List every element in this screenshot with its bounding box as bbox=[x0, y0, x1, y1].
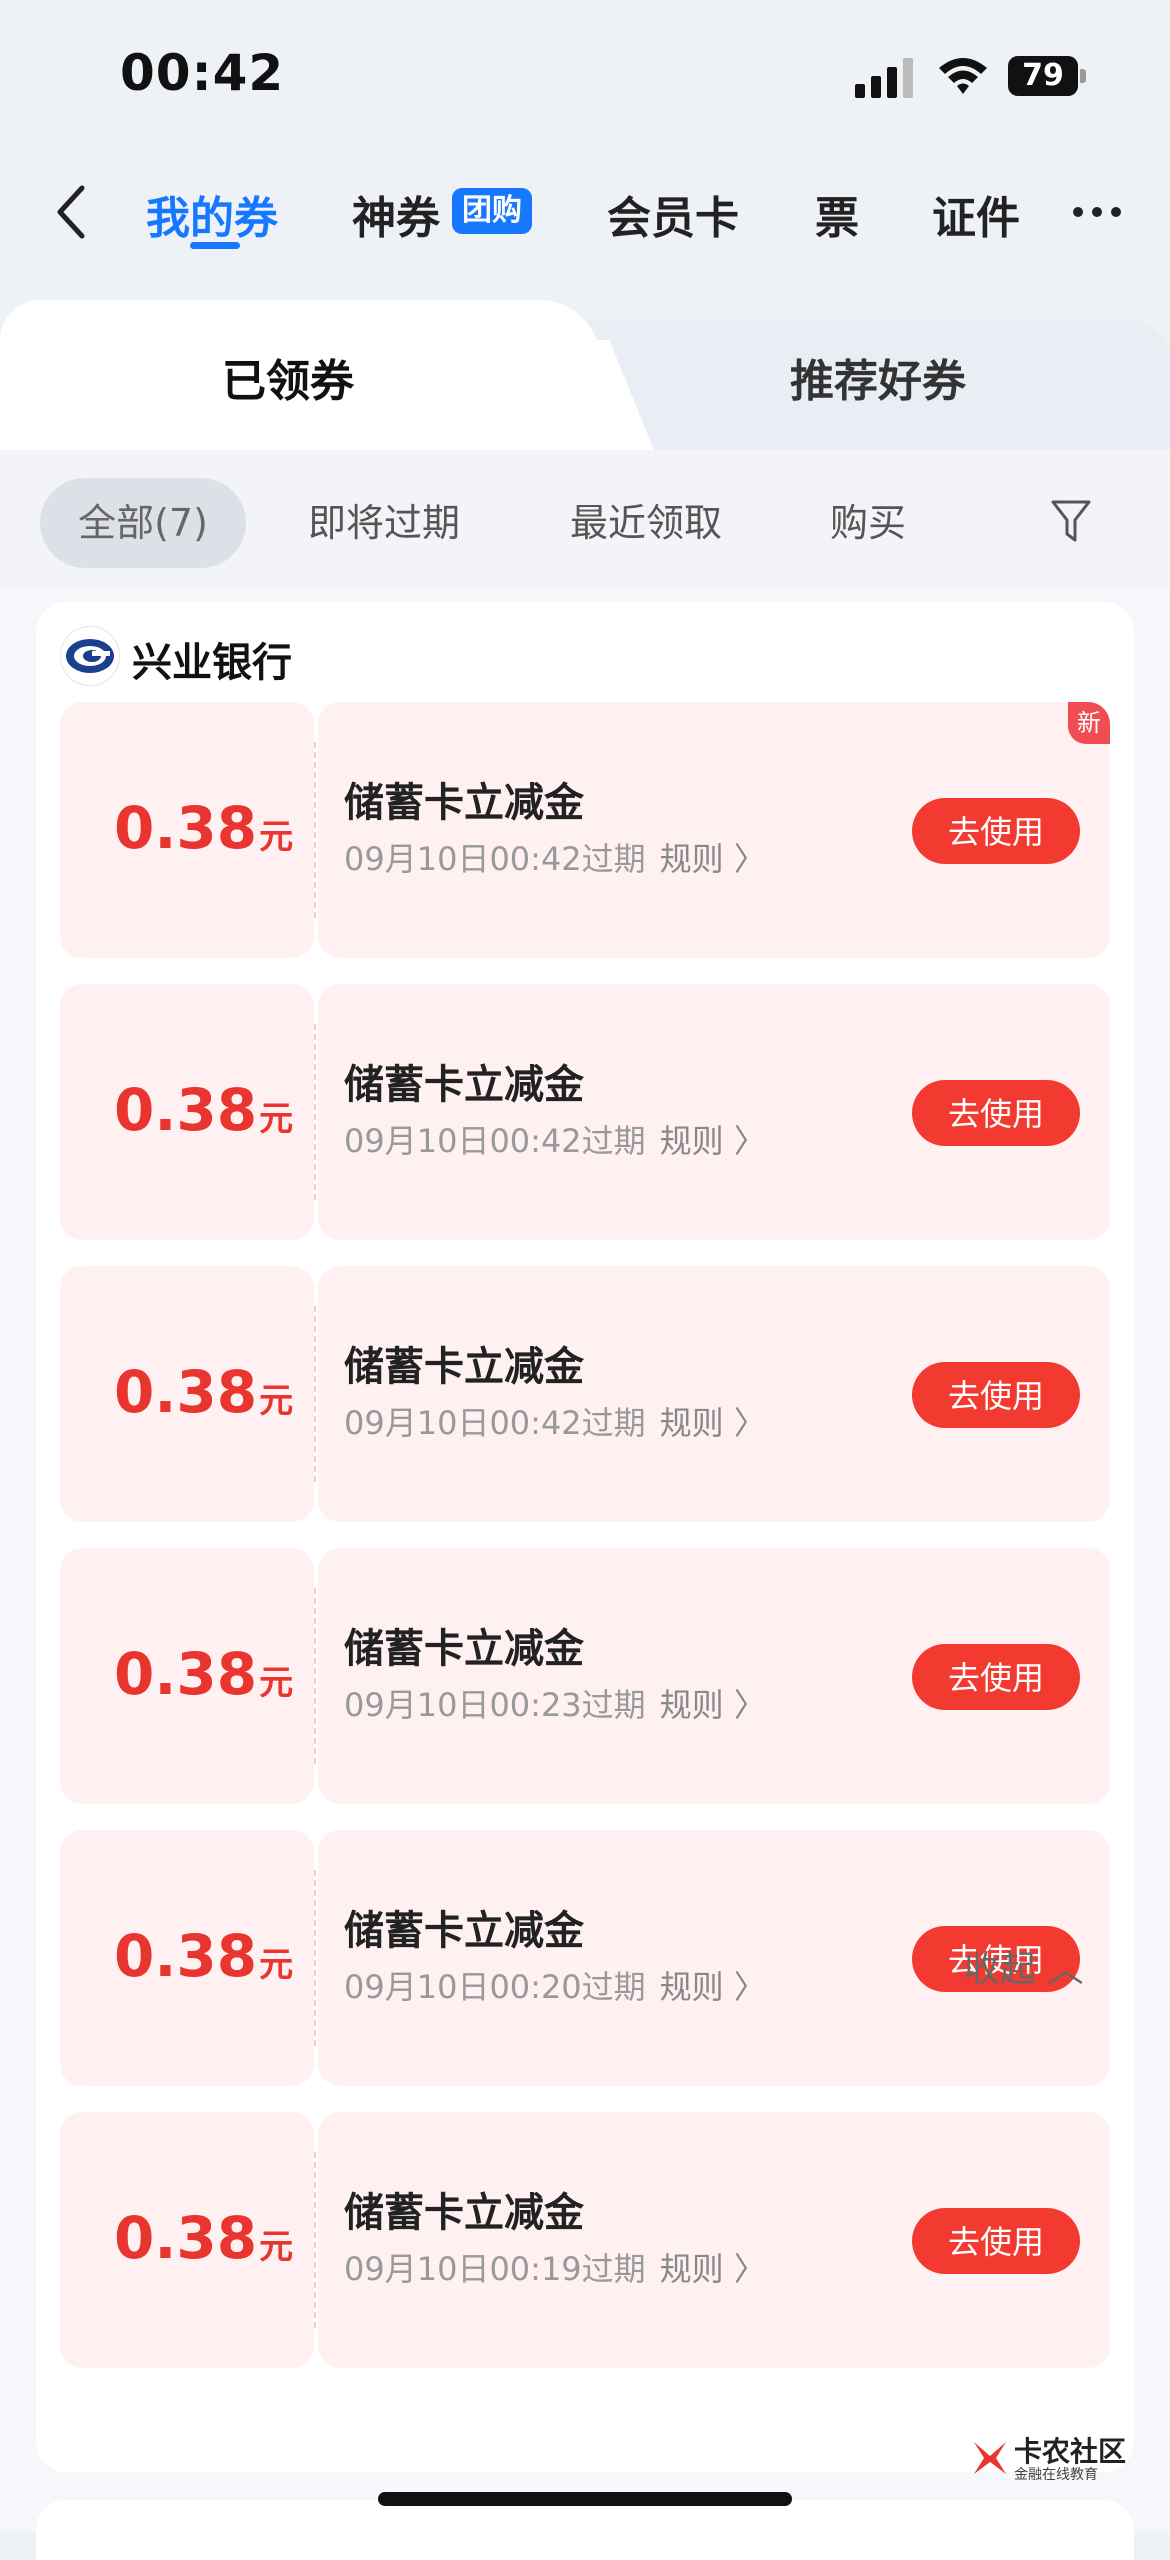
coupon-expire: 09月10日00:42过期 规则 〉 bbox=[344, 1122, 766, 1160]
use-coupon-button[interactable]: 去使用 bbox=[912, 1644, 1080, 1710]
filter-purchased[interactable]: 购买 bbox=[830, 478, 906, 568]
coupon-expire: 09月10日00:23过期 规则 〉 bbox=[344, 1686, 766, 1724]
group-buy-badge: 团购 bbox=[452, 188, 532, 234]
wifi-icon bbox=[939, 58, 987, 94]
coupon-amount: 0.38元 bbox=[114, 2204, 294, 2272]
coupon-unit: 元 bbox=[259, 1099, 294, 1139]
use-coupon-button[interactable]: 去使用 bbox=[912, 1080, 1080, 1146]
more-icon[interactable] bbox=[1072, 182, 1122, 242]
segment-recommended[interactable]: 推荐好券 bbox=[790, 345, 966, 409]
use-coupon-button[interactable]: 去使用 bbox=[912, 1362, 1080, 1428]
coupon-group-card: 兴业银行 0.38元 储蓄卡立减金 09月10日00:42过期 规则 〉 去使用 … bbox=[36, 602, 1134, 2472]
coupon-rule-link[interactable]: 规则 〉 bbox=[660, 1968, 766, 2006]
main-content: 全部(7) 即将过期 最近领取 购买 兴业银行 0.38元 储蓄卡立减金 09月… bbox=[0, 450, 1170, 2532]
coupon-title: 储蓄卡立减金 bbox=[344, 1908, 584, 1954]
tab-tickets[interactable]: 票 bbox=[815, 182, 859, 246]
new-badge: 新 bbox=[1068, 702, 1110, 744]
filter-funnel-icon[interactable] bbox=[1050, 498, 1092, 546]
top-nav: 我的券 神券 团购 会员卡 票 证件 bbox=[0, 160, 1170, 270]
coupon-item: 0.38元 储蓄卡立减金 09月10日00:20过期 规则 〉 去使用 bbox=[60, 1830, 1110, 2086]
filter-all[interactable]: 全部(7) bbox=[40, 478, 246, 568]
next-coupon-group-card bbox=[36, 2500, 1134, 2560]
coupon-expire: 09月10日00:42过期 规则 〉 bbox=[344, 1404, 766, 1442]
coupon-rule-link[interactable]: 规则 〉 bbox=[660, 1686, 766, 1724]
coupon-amount: 0.38元 bbox=[114, 1076, 294, 1144]
watermark-subtitle: 金融在线教育 bbox=[1014, 2467, 1098, 2483]
coupon-amount: 0.38元 bbox=[114, 794, 294, 862]
bank-logo-icon bbox=[60, 626, 120, 686]
coupon-item: 0.38元 储蓄卡立减金 09月10日00:42过期 规则 〉 去使用 bbox=[60, 1266, 1110, 1522]
coupon-item: 0.38元 储蓄卡立减金 09月10日00:19过期 规则 〉 去使用 bbox=[60, 2112, 1110, 2368]
coupon-expire: 09月10日00:19过期 规则 〉 bbox=[344, 2250, 766, 2288]
filter-expiring[interactable]: 即将过期 bbox=[308, 478, 460, 568]
watermark-logo-icon bbox=[974, 2442, 1006, 2474]
home-indicator[interactable] bbox=[378, 2492, 792, 2506]
coupon-title: 储蓄卡立减金 bbox=[344, 1062, 584, 1108]
coupon-rule-link[interactable]: 规则 〉 bbox=[660, 2250, 766, 2288]
coupon-amount: 0.38元 bbox=[114, 1358, 294, 1426]
coupon-segment: 已领券 推荐好券 bbox=[0, 300, 1170, 520]
filter-bar: 全部(7) 即将过期 最近领取 购买 bbox=[0, 450, 1170, 590]
coupon-unit: 元 bbox=[259, 817, 294, 857]
use-coupon-button[interactable]: 去使用 bbox=[912, 798, 1080, 864]
battery-level: 79 bbox=[1008, 56, 1078, 96]
tab-super-coupons[interactable]: 神券 bbox=[352, 182, 440, 246]
use-coupon-button[interactable]: 去使用 bbox=[912, 2208, 1080, 2274]
coupon-expire: 09月10日00:42过期 规则 〉 bbox=[344, 840, 766, 878]
coupon-rule-link[interactable]: 规则 〉 bbox=[660, 1404, 766, 1442]
segment-claimed[interactable]: 已领券 bbox=[222, 345, 354, 409]
back-icon[interactable] bbox=[50, 182, 90, 242]
coupon-unit: 元 bbox=[259, 1663, 294, 1703]
status-time: 00:42 bbox=[120, 44, 285, 102]
coupon-item: 0.38元 储蓄卡立减金 09月10日00:42过期 规则 〉 去使用 bbox=[60, 984, 1110, 1240]
bank-name: 兴业银行 bbox=[132, 640, 292, 686]
tab-my-coupons[interactable]: 我的券 bbox=[146, 182, 278, 246]
coupon-unit: 元 bbox=[259, 2227, 294, 2267]
coupon-unit: 元 bbox=[259, 1381, 294, 1421]
coupon-rule-link[interactable]: 规则 〉 bbox=[660, 840, 766, 878]
battery-icon: 79 bbox=[1008, 56, 1088, 98]
coupon-amount: 0.38元 bbox=[114, 1922, 294, 1990]
tab-documents[interactable]: 证件 bbox=[932, 182, 1020, 246]
status-bar: 00:42 79 bbox=[0, 0, 1170, 150]
coupon-title: 储蓄卡立减金 bbox=[344, 2190, 584, 2236]
coupon-expire: 09月10日00:20过期 规则 〉 bbox=[344, 1968, 766, 2006]
coupon-title: 储蓄卡立减金 bbox=[344, 1626, 584, 1672]
coupon-title: 储蓄卡立减金 bbox=[344, 780, 584, 826]
collapse-toggle[interactable]: 收起 ︿ bbox=[964, 1940, 1083, 1992]
coupon-item: 0.38元 储蓄卡立减金 09月10日00:23过期 规则 〉 去使用 bbox=[60, 1548, 1110, 1804]
signal-icon bbox=[855, 58, 913, 98]
tab-member-card[interactable]: 会员卡 bbox=[607, 182, 739, 246]
coupon-amount: 0.38元 bbox=[114, 1640, 294, 1708]
filter-recent[interactable]: 最近领取 bbox=[570, 478, 722, 568]
coupon-item: 0.38元 储蓄卡立减金 09月10日00:42过期 规则 〉 去使用 新 bbox=[60, 702, 1110, 958]
watermark: 卡农社区 金融在线教育 bbox=[970, 2430, 1126, 2490]
coupon-title: 储蓄卡立减金 bbox=[344, 1344, 584, 1390]
tab-underline bbox=[190, 242, 240, 249]
coupon-unit: 元 bbox=[259, 1945, 294, 1985]
coupon-rule-link[interactable]: 规则 〉 bbox=[660, 1122, 766, 1160]
